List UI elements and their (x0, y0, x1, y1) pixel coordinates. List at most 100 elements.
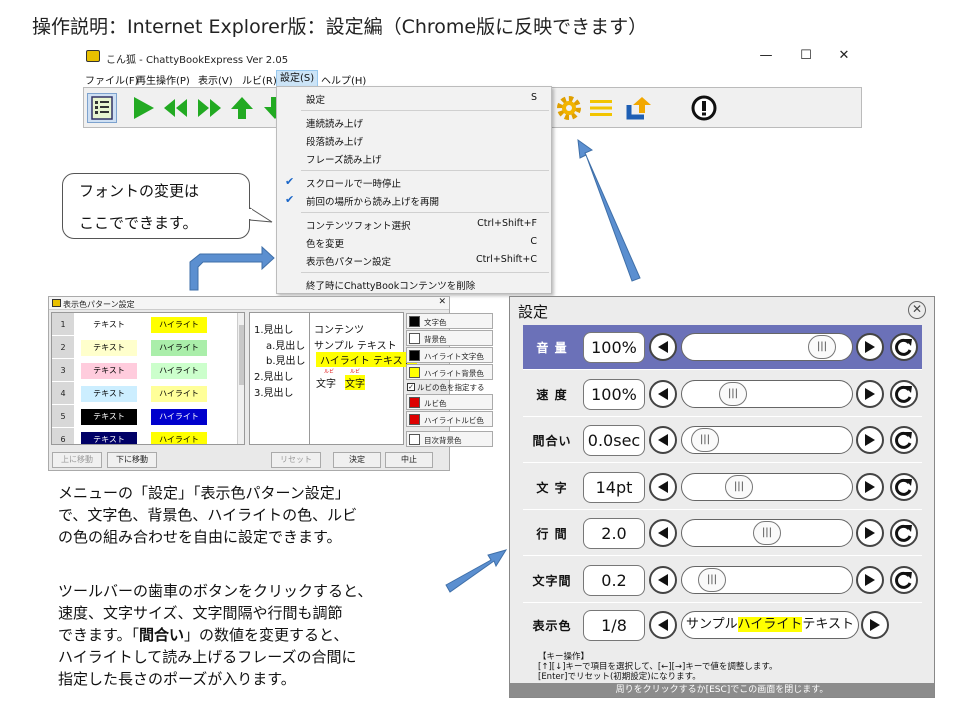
decrease-arrow-icon[interactable] (649, 379, 677, 408)
toc-background-color-button[interactable]: 目次背景色 (406, 431, 493, 447)
pattern-dialog-titlebar: 表示色パターン設定 ✕ (49, 297, 449, 310)
pattern-number: 5 (52, 405, 74, 428)
decrease-arrow-icon[interactable] (649, 472, 677, 501)
close-button[interactable]: ✕ (834, 48, 854, 66)
update-icon[interactable] (624, 93, 654, 123)
increase-arrow-icon[interactable] (856, 565, 884, 594)
reset-icon[interactable] (890, 426, 918, 454)
setting-row-speed[interactable]: 速 度 100% ||| (523, 372, 922, 417)
pattern-row[interactable]: 5 テキスト ハイライト (52, 405, 236, 428)
cancel-button[interactable]: 中止 (385, 452, 433, 468)
pattern-dialog-close-button[interactable]: ✕ (438, 297, 446, 307)
dropdown-item-shortcut: Ctrl+Shift+F (477, 218, 537, 229)
ok-button[interactable]: 決定 (333, 452, 381, 468)
reset-icon[interactable] (890, 333, 918, 361)
decrease-arrow-icon[interactable] (649, 519, 677, 547)
decrease-arrow-icon[interactable] (649, 333, 677, 361)
pattern-row[interactable]: 6 テキスト ハイライト (52, 428, 236, 444)
info-icon[interactable] (689, 93, 719, 123)
setting-row-pause[interactable]: 間合い 0.0sec ||| (523, 418, 922, 463)
fox-app-icon (86, 50, 100, 62)
pattern-row[interactable]: 4 テキスト ハイライト (52, 382, 236, 405)
ruby-color-button[interactable]: ルビ色 (406, 394, 493, 410)
highlight-ruby-color-button[interactable]: ハイライトルビ色 (406, 411, 493, 427)
rewind-icon[interactable] (161, 93, 191, 123)
minimize-button[interactable]: — (756, 48, 776, 66)
dropdown-item-scroll-pause[interactable]: ✔ スクロールで一時停止 (277, 173, 551, 190)
setting-row-volume[interactable]: 音 量 100% ||| (523, 325, 922, 370)
reset-icon[interactable] (890, 379, 918, 408)
menu-file[interactable]: ファイル(F) (85, 72, 139, 87)
pattern-row[interactable]: 2 テキスト ハイライト (52, 336, 236, 359)
scrollbar-thumb[interactable] (239, 325, 244, 385)
pattern-row[interactable]: 1 テキスト ハイライト (52, 313, 236, 336)
setting-slider[interactable]: ||| (681, 472, 853, 501)
maximize-button[interactable]: ☐ (796, 48, 816, 66)
slider-thumb[interactable]: ||| (753, 521, 781, 545)
menu-help[interactable]: ヘルプ(H) (321, 72, 366, 87)
play-icon[interactable] (128, 93, 158, 123)
dropdown-item-phrase-read[interactable]: フレーズ読み上げ (277, 149, 551, 166)
settings-close-button[interactable]: ✕ (908, 301, 926, 319)
menu-view[interactable]: 表示(V) (198, 72, 233, 87)
reset-icon[interactable] (890, 565, 918, 594)
increase-arrow-icon[interactable] (856, 472, 884, 501)
pattern-number: 6 (52, 428, 74, 444)
gear-icon[interactable] (554, 93, 584, 123)
menu-playback[interactable]: 再生操作(P) (136, 72, 190, 87)
pattern-list: 1 テキスト ハイライト 2 テキスト ハイライト 3 テキスト ハイライト 4… (51, 312, 245, 445)
slider-thumb[interactable]: ||| (698, 567, 726, 592)
pattern-list-scrollbar[interactable] (237, 313, 244, 444)
slider-thumb[interactable]: ||| (725, 474, 753, 499)
highlight-background-color-button[interactable]: ハイライト背景色 (406, 364, 493, 380)
slider-thumb[interactable]: ||| (691, 428, 719, 452)
setting-slider[interactable]: ||| (681, 426, 853, 454)
menu-ruby[interactable]: ルビ(R) (242, 72, 277, 87)
dropdown-item-color-pattern[interactable]: 表示色パターン設定 Ctrl+Shift+C (277, 251, 551, 268)
text-color-button[interactable]: 文字色 (406, 313, 493, 329)
increase-arrow-icon[interactable] (861, 611, 889, 639)
setting-row-font-size[interactable]: 文 字 14pt ||| (523, 465, 922, 510)
dropdown-item-settings[interactable]: 設定 S (277, 89, 551, 106)
move-down-button[interactable]: 下に移動 (107, 452, 157, 468)
dropdown-item-continuous-read[interactable]: 連続読み上げ (277, 113, 551, 130)
move-up-button[interactable]: 上に移動 (52, 452, 102, 468)
dropdown-item-change-color[interactable]: 色を変更 C (277, 233, 551, 250)
increase-arrow-icon[interactable] (856, 333, 884, 361)
dropdown-item-font-select[interactable]: コンテンツフォント選択 Ctrl+Shift+F (277, 215, 551, 232)
menu-settings[interactable]: 設定(S) (276, 70, 319, 87)
reset-button[interactable]: リセット (271, 452, 321, 468)
setting-row-color-pattern[interactable]: 表示色 1/8 サンプルハイライトテキスト (523, 603, 922, 648)
setting-slider[interactable]: ||| (681, 379, 853, 408)
setting-slider[interactable]: ||| (681, 565, 853, 594)
increase-arrow-icon[interactable] (856, 379, 884, 408)
setting-slider[interactable]: ||| (681, 333, 853, 361)
increase-arrow-icon[interactable] (856, 519, 884, 547)
pattern-row[interactable]: 3 テキスト ハイライト (52, 359, 236, 382)
fast-forward-icon[interactable] (194, 93, 224, 123)
menu-lines-icon[interactable] (586, 93, 616, 123)
setting-row-letter-spacing[interactable]: 文字間 0.2 ||| (523, 558, 922, 603)
decrease-arrow-icon[interactable] (649, 426, 677, 454)
ruby-color-checkbox[interactable]: ✓ ルビの色を指定する (406, 382, 493, 394)
slider-thumb[interactable]: ||| (808, 335, 836, 359)
dropdown-item-paragraph-read[interactable]: 段落読み上げ (277, 131, 551, 148)
highlight-text-color-button[interactable]: ハイライト文字色 (406, 347, 493, 363)
dropdown-item-delete-on-exit[interactable]: 終了時にChattyBookコンテンツを削除 (277, 275, 551, 292)
paragraph-line: ハイライトして読み上げるフレーズの合間に (58, 648, 357, 666)
dropdown-item-label: 連続読み上げ (306, 119, 364, 130)
slider-thumb[interactable]: ||| (719, 381, 747, 406)
setting-row-line-spacing[interactable]: 行 間 2.0 ||| (523, 511, 922, 556)
settings-footer: 周りをクリックするか[ESC]でこの画面を閉じます。 (510, 683, 934, 697)
up-arrow-icon[interactable] (227, 93, 257, 123)
decrease-arrow-icon[interactable] (649, 565, 677, 594)
background-color-button[interactable]: 背景色 (406, 330, 493, 346)
increase-arrow-icon[interactable] (856, 426, 884, 454)
decrease-arrow-icon[interactable] (649, 611, 677, 639)
reset-icon[interactable] (890, 519, 918, 547)
dropdown-item-resume-read[interactable]: ✔ 前回の場所から読み上げを再開 (277, 191, 551, 208)
list-icon[interactable] (87, 93, 117, 123)
setting-slider[interactable]: ||| (681, 519, 853, 547)
setting-value: 14pt (583, 471, 645, 503)
reset-icon[interactable] (890, 472, 918, 501)
